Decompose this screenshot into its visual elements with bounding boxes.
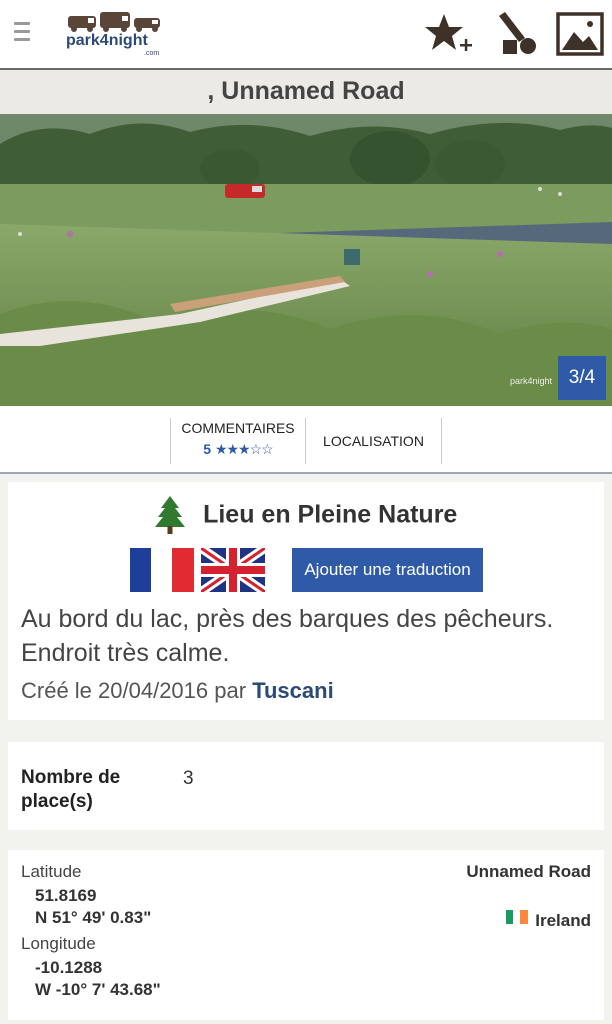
photo-image [0, 114, 612, 406]
photo-counter[interactable]: 3/4 [558, 356, 606, 400]
top-bar: park4night .com [0, 0, 612, 70]
latitude-label: Latitude [21, 862, 82, 881]
places-value: 3 [183, 768, 194, 789]
address-country: Ireland [535, 911, 591, 930]
add-favorite-icon[interactable] [424, 10, 472, 58]
rating: 5 ★★★☆☆ [171, 441, 305, 458]
flag-fr-icon[interactable] [130, 548, 194, 592]
add-photo-icon[interactable] [556, 10, 604, 58]
place-type-label: Lieu en Pleine Nature [203, 500, 458, 529]
add-translation-button[interactable]: Ajouter une traduction [292, 548, 483, 592]
tab-bar: COMMENTAIRES 5 ★★★☆☆ LOCALISATION [0, 406, 612, 474]
place-photo[interactable]: park4night 3/4 [0, 114, 612, 406]
menu-icon[interactable] [14, 22, 30, 44]
rating-stars: ★★★☆☆ [214, 441, 274, 457]
rating-count: 5 [203, 441, 212, 457]
description-card: Lieu en Pleine Nature Ajouter une traduc… [8, 482, 604, 720]
description-text: Au bord du lac, près des barques des pêc… [21, 605, 554, 667]
latitude-decimal: 51.8169 [35, 886, 97, 905]
places-label: Nombre de place(s) [21, 767, 121, 812]
report-icon[interactable] [493, 10, 541, 58]
tab-comments[interactable]: COMMENTAIRES 5 ★★★☆☆ [170, 418, 306, 464]
longitude-label: Longitude [21, 934, 96, 953]
latitude-dms: N 51° 49' 0.83" [35, 908, 152, 927]
flag-gb-icon[interactable] [201, 548, 265, 592]
tab-location[interactable]: LOCALISATION [306, 418, 442, 464]
logo-text: park4night [66, 32, 148, 49]
place-type: Lieu en Pleine Nature [8, 496, 604, 534]
places-card: Nombre de place(s) 3 [8, 742, 604, 830]
logo-suffix: .com [144, 50, 160, 57]
author-link[interactable]: Tuscani [252, 678, 334, 703]
created-prefix: Créé le 20/04/2016 par [21, 678, 247, 703]
longitude-dms: W -10° 7' 43.68" [35, 980, 161, 999]
tab-comments-label: COMMENTAIRES [181, 420, 295, 436]
logo[interactable]: park4night .com [66, 10, 166, 58]
tab-location-label: LOCALISATION [323, 433, 424, 449]
created-info: Créé le 20/04/2016 par Tuscani [21, 678, 334, 704]
flag-ie-icon [506, 910, 528, 924]
longitude-decimal: -10.1288 [35, 958, 103, 977]
address-road: Unnamed Road [466, 862, 591, 881]
place-title: , Unnamed Road [0, 70, 612, 114]
coordinates-card: Latitude 51.8169 N 51° 49' 0.83" Longitu… [8, 850, 604, 1020]
photo-credit: park4night [509, 376, 552, 386]
tree-icon [154, 496, 185, 534]
logo-vans-icon [68, 12, 160, 32]
